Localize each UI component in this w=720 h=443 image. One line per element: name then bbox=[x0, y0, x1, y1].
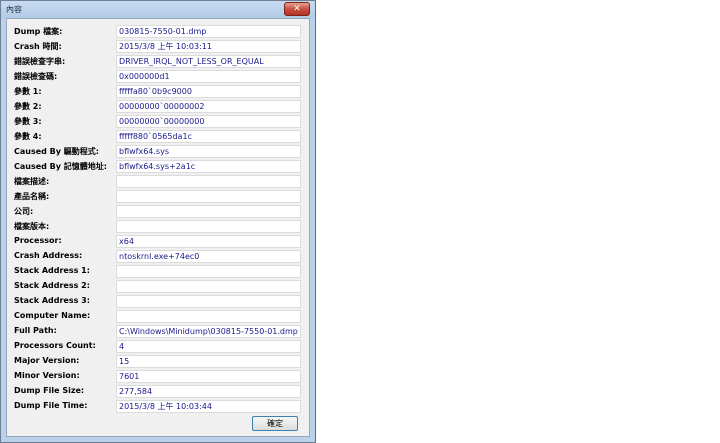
property-row: Caused By 記憶體地址: bflwfx64.sys+2a1c bbox=[14, 160, 301, 174]
property-row: Processor: x64 bbox=[14, 235, 301, 249]
property-label: Caused By 驅動程式: bbox=[14, 147, 99, 156]
property-label: 公司: bbox=[14, 207, 34, 216]
property-value-field[interactable]: fffffa80`0b9c9000 bbox=[116, 85, 301, 98]
property-value-field[interactable]: C:\Windows\Minidump\030815-7550-01.dmp bbox=[116, 325, 301, 338]
property-value-field[interactable]: ntoskrnl.exe+74ec0 bbox=[116, 250, 301, 263]
property-label: Processors Count: bbox=[14, 341, 96, 350]
property-value-field[interactable] bbox=[116, 280, 301, 293]
property-row: Major Version: 15 bbox=[14, 355, 301, 369]
property-value-field[interactable]: 277,584 bbox=[116, 385, 301, 398]
property-label: 產品名稱: bbox=[14, 192, 50, 201]
property-row: Dump File Time: 2015/3/8 上午 10:03:44 bbox=[14, 400, 301, 414]
property-row: 檔案描述: bbox=[14, 175, 301, 189]
property-row: Stack Address 3: bbox=[14, 295, 301, 309]
property-row: 錯誤檢查碼: 0x000000d1 bbox=[14, 70, 301, 84]
property-value-field[interactable] bbox=[116, 265, 301, 278]
properties-dialog: 內容 ✕ Dump 檔案: 030815-7550-01.dmp Crash 時間:… bbox=[0, 0, 316, 443]
property-row: Caused By 驅動程式: bflwfx64.sys bbox=[14, 145, 301, 159]
property-value-field[interactable]: bflwfx64.sys bbox=[116, 145, 301, 158]
property-row: 參數 3: 00000000`00000000 bbox=[14, 115, 301, 129]
property-label: Stack Address 3: bbox=[14, 296, 90, 305]
property-row: Minor Version: 7601 bbox=[14, 370, 301, 384]
property-label: 參數 1: bbox=[14, 87, 42, 96]
property-label: 檔案版本: bbox=[14, 222, 50, 231]
property-row: Stack Address 2: bbox=[14, 280, 301, 294]
property-row: Crash Address: ntoskrnl.exe+74ec0 bbox=[14, 250, 301, 264]
property-value-field[interactable] bbox=[116, 295, 301, 308]
property-label: Dump File Size: bbox=[14, 386, 85, 395]
property-value-field[interactable]: 00000000`00000002 bbox=[116, 100, 301, 113]
property-row: 參數 4: fffff880`0565da1c bbox=[14, 130, 301, 144]
property-row: Processors Count: 4 bbox=[14, 340, 301, 354]
property-value-field[interactable] bbox=[116, 175, 301, 188]
title-bar[interactable]: 內容 ✕ bbox=[1, 1, 315, 18]
property-label: Full Path: bbox=[14, 326, 57, 335]
property-row: 參數 2: 00000000`00000002 bbox=[14, 100, 301, 114]
property-value-field[interactable]: DRIVER_IRQL_NOT_LESS_OR_EQUAL bbox=[116, 55, 301, 68]
property-label: 參數 3: bbox=[14, 117, 42, 126]
property-label: Minor Version: bbox=[14, 371, 80, 380]
property-value-field[interactable]: 15 bbox=[116, 355, 301, 368]
property-value-field[interactable]: 2015/3/8 上午 10:03:11 bbox=[116, 40, 301, 53]
property-value-field[interactable]: 00000000`00000000 bbox=[116, 115, 301, 128]
property-row: 檔案版本: bbox=[14, 220, 301, 234]
close-button[interactable]: ✕ bbox=[284, 2, 310, 16]
property-row: Computer Name: bbox=[14, 310, 301, 324]
property-row: Stack Address 1: bbox=[14, 265, 301, 279]
property-label: Stack Address 2: bbox=[14, 281, 90, 290]
property-value-field[interactable]: 4 bbox=[116, 340, 301, 353]
property-row: 公司: bbox=[14, 205, 301, 219]
property-row: 錯誤檢查字串: DRIVER_IRQL_NOT_LESS_OR_EQUAL bbox=[14, 55, 301, 69]
property-value-field[interactable] bbox=[116, 310, 301, 323]
property-label: 參數 4: bbox=[14, 132, 42, 141]
property-label: Dump File Time: bbox=[14, 401, 88, 410]
property-value-field[interactable] bbox=[116, 190, 301, 203]
window-title: 內容 bbox=[6, 5, 22, 14]
property-row: Crash 時間: 2015/3/8 上午 10:03:11 bbox=[14, 40, 301, 54]
property-label: Major Version: bbox=[14, 356, 80, 365]
property-value-field[interactable]: 7601 bbox=[116, 370, 301, 383]
property-label: Stack Address 1: bbox=[14, 266, 90, 275]
property-row: Full Path: C:\Windows\Minidump\030815-755… bbox=[14, 325, 301, 339]
property-label: Crash 時間: bbox=[14, 42, 62, 51]
property-label: 錯誤檢查字串: bbox=[14, 57, 66, 66]
property-label: Computer Name: bbox=[14, 311, 91, 320]
ok-button[interactable]: 確定 bbox=[252, 416, 298, 431]
property-row: Dump 檔案: 030815-7550-01.dmp bbox=[14, 25, 301, 39]
property-value-field[interactable] bbox=[116, 220, 301, 233]
property-value-field[interactable]: 030815-7550-01.dmp bbox=[116, 25, 301, 38]
property-label: Crash Address: bbox=[14, 251, 83, 260]
property-value-field[interactable]: x64 bbox=[116, 235, 301, 248]
property-value-field[interactable]: 0x000000d1 bbox=[116, 70, 301, 83]
property-value-field[interactable]: 2015/3/8 上午 10:03:44 bbox=[116, 400, 301, 413]
dialog-content: Dump 檔案: 030815-7550-01.dmp Crash 時間: 2015/… bbox=[6, 18, 310, 437]
property-value-field[interactable]: fffff880`0565da1c bbox=[116, 130, 301, 143]
property-label: Caused By 記憶體地址: bbox=[14, 162, 107, 171]
property-value-field[interactable]: bflwfx64.sys+2a1c bbox=[116, 160, 301, 173]
property-value-field[interactable] bbox=[116, 205, 301, 218]
property-row: Dump File Size: 277,584 bbox=[14, 385, 301, 399]
property-row: 參數 1: fffffa80`0b9c9000 bbox=[14, 85, 301, 99]
property-label: 參數 2: bbox=[14, 102, 42, 111]
property-row: 產品名稱: bbox=[14, 190, 301, 204]
property-label: 錯誤檢查碼: bbox=[14, 72, 58, 81]
property-label: Dump 檔案: bbox=[14, 27, 63, 36]
property-label: 檔案描述: bbox=[14, 177, 50, 186]
property-label: Processor: bbox=[14, 236, 62, 245]
